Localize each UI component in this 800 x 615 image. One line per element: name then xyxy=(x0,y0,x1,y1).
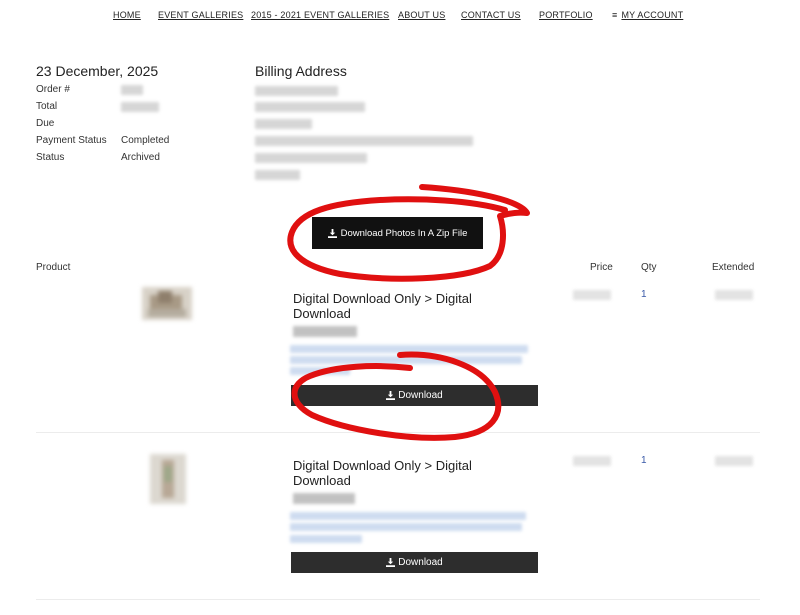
product-description-redacted xyxy=(290,523,522,531)
billing-line-redacted xyxy=(255,86,338,96)
header-product: Product xyxy=(36,262,71,273)
product-description-redacted xyxy=(290,535,362,543)
payment-status-label: Payment Status xyxy=(36,135,107,146)
total-label: Total xyxy=(36,101,58,112)
status-label: Status xyxy=(36,152,65,163)
total-value-redacted xyxy=(121,102,159,112)
billing-line-redacted xyxy=(255,170,300,180)
nav-about-us[interactable]: ABOUT US xyxy=(398,10,445,20)
billing-address-title: Billing Address xyxy=(255,63,347,79)
row-divider xyxy=(36,599,760,600)
nav-portfolio[interactable]: PORTFOLIO xyxy=(539,10,593,20)
download-button-label: Download xyxy=(398,390,443,401)
nav-event-galleries[interactable]: EVENT GALLERIES xyxy=(158,10,243,20)
billing-line-redacted xyxy=(255,119,312,129)
price-redacted xyxy=(573,290,611,300)
due-label: Due xyxy=(36,118,55,129)
download-zip-label: Download Photos In A Zip File xyxy=(340,227,468,239)
extended-redacted xyxy=(715,456,753,466)
download-button[interactable]: Download xyxy=(291,385,538,406)
top-navigation: HOME EVENT GALLERIES 2015 - 2021 EVENT G… xyxy=(0,10,800,24)
product-thumbnail[interactable] xyxy=(150,454,186,504)
download-button[interactable]: Download xyxy=(291,552,538,573)
billing-line-redacted xyxy=(255,136,473,146)
product-filename-redacted xyxy=(293,493,355,504)
qty-value: 1 xyxy=(641,455,647,466)
product-filename-redacted xyxy=(293,326,357,337)
nav-2015-2021-event-galleries[interactable]: 2015 - 2021 EVENT GALLERIES xyxy=(251,10,389,20)
qty-value: 1 xyxy=(641,289,647,300)
product-title: Digital Download Only > Digital Download xyxy=(293,458,472,488)
header-extended: Extended xyxy=(712,262,755,273)
download-zip-button[interactable]: Download Photos In A Zip File xyxy=(312,217,483,249)
product-thumbnail[interactable] xyxy=(142,287,192,320)
extended-redacted xyxy=(715,290,753,300)
row-divider xyxy=(36,432,760,433)
product-description-redacted xyxy=(290,367,350,375)
nav-contact-us[interactable]: CONTACT US xyxy=(461,10,521,20)
billing-line-redacted xyxy=(255,153,367,163)
billing-line-redacted xyxy=(255,102,365,112)
price-redacted xyxy=(573,456,611,466)
payment-status-value: Completed xyxy=(121,135,170,146)
download-button-label: Download xyxy=(398,557,443,568)
product-title: Digital Download Only > Digital Download xyxy=(293,291,472,321)
header-price: Price xyxy=(590,262,613,273)
download-icon xyxy=(327,228,337,238)
product-description-redacted xyxy=(290,345,528,353)
order-number-value-redacted xyxy=(121,85,143,95)
nav-my-account-label: MY ACCOUNT xyxy=(621,10,684,20)
header-qty: Qty xyxy=(641,262,657,273)
nav-home[interactable]: HOME xyxy=(113,10,141,20)
download-icon xyxy=(386,391,396,400)
order-date: 23 December, 2025 xyxy=(36,63,159,79)
product-description-redacted xyxy=(290,356,522,364)
product-description-redacted xyxy=(290,512,526,520)
nav-my-account[interactable]: ≡ MY ACCOUNT xyxy=(612,10,683,20)
status-value: Archived xyxy=(121,152,160,163)
menu-icon: ≡ xyxy=(612,10,618,20)
order-number-label: Order # xyxy=(36,84,70,95)
download-icon xyxy=(386,558,396,567)
